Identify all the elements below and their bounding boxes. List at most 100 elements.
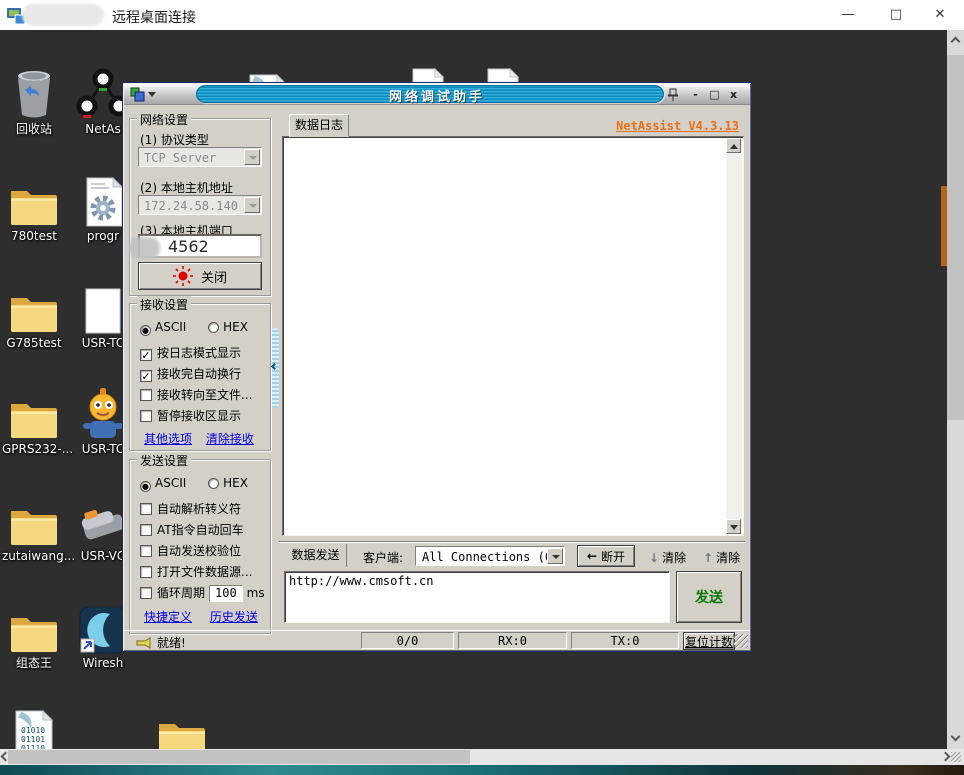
clear-label: 清除 (662, 551, 686, 565)
clear-receive-link[interactable]: 清除接收 (206, 432, 254, 446)
history-send-link[interactable]: 历史发送 (210, 610, 258, 624)
other-options-link[interactable]: 其他选项 (144, 432, 192, 446)
rdp-maximize-button[interactable]: □ (884, 4, 908, 26)
desktop-icon-gprs232[interactable]: GPRS232-... (2, 386, 66, 456)
connections-select[interactable]: All Connections (0) (415, 546, 565, 566)
horizontal-scrollbar-thumb[interactable] (8, 750, 470, 764)
checkbox-auto-checksum[interactable]: 自动发送校验位 (140, 542, 241, 559)
horizontal-scrollbar[interactable] (0, 749, 964, 765)
data-log-area[interactable] (282, 136, 744, 536)
app-title: 网络调试助手 (124, 86, 750, 105)
checkbox-auto-newline[interactable]: ✓接收完自动换行 (140, 365, 241, 382)
scroll-up-button[interactable] (726, 138, 741, 153)
send-ascii-radio[interactable]: ●ASCII (140, 476, 186, 490)
desktop-icon-hongdian-module[interactable]: 宏电通讯模块 数据中心软件 (146, 706, 218, 749)
checkbox-label: AT指令自动回车 (157, 523, 244, 537)
desktop-icon-zutaiwang[interactable]: zutaiwang... (2, 493, 66, 563)
send-button[interactable]: 发送 (676, 571, 742, 623)
app-close-button[interactable]: x (726, 87, 741, 102)
checkbox-mark (140, 524, 152, 536)
ready-status: 就绪! (136, 634, 186, 651)
chevron-down-icon[interactable] (951, 732, 961, 742)
checkbox-mark (140, 545, 152, 557)
combo-arrow-icon[interactable] (244, 197, 260, 213)
resize-grip[interactable] (734, 634, 748, 648)
chevron-right-icon[interactable] (941, 752, 951, 762)
desktop-icon-zutaiwang-folder[interactable]: 组态王 (2, 600, 66, 670)
chevron-up-icon[interactable] (951, 37, 961, 47)
checkbox-mark (140, 503, 152, 515)
pushpin-icon[interactable] (665, 87, 681, 106)
recv-encoding-radios: ●ASCII HEX (140, 320, 248, 336)
send-settings-group: 发送设置 ●ASCII HEX 自动解析转义符 AT指令自动回车 自动发送校验位… (129, 459, 271, 634)
recv-links: 其他选项 清除接收 (144, 430, 254, 447)
protocol-type-label: (1) 协议类型 (140, 131, 209, 148)
protocol-type-select[interactable]: TCP Server (138, 147, 262, 167)
radio-label: ASCII (155, 320, 186, 334)
rdp-titlebar: 远程桌面连接 — □ ✕ (0, 0, 964, 30)
desktop-icon-sfdfdsfdsfs[interactable]: 010100110101110 sfdfdsfdsfs (2, 706, 66, 749)
radio-label: HEX (223, 476, 248, 490)
version-link[interactable]: NetAssist V4.3.13 (616, 119, 739, 133)
folder-icon (2, 280, 66, 334)
left-arrow-icon: ← (587, 549, 597, 563)
group-title: 发送设置 (137, 452, 191, 469)
checkbox-label: 接收完自动换行 (157, 367, 241, 381)
shortcut-define-link[interactable]: 快捷定义 (144, 610, 192, 624)
vertical-scrollbar-thumb[interactable] (947, 55, 964, 420)
status-led-icon (173, 266, 193, 286)
checkbox-log-mode[interactable]: ✓按日志模式显示 (140, 344, 241, 361)
checkbox-pause-display[interactable]: 暂停接收区显示 (140, 407, 241, 424)
send-hex-radio[interactable]: HEX (208, 476, 248, 490)
disconnect-button[interactable]: ← 断开 (577, 545, 635, 567)
checkbox-file-source[interactable]: 打开文件数据源... (140, 563, 252, 580)
log-scrollbar[interactable] (726, 138, 742, 534)
app-maximize-button[interactable]: □ (707, 87, 722, 102)
tab-data-send[interactable]: 数据发送 (285, 544, 347, 567)
app-minimize-button[interactable]: - (688, 87, 703, 102)
recv-hex-radio[interactable]: HEX (208, 320, 248, 334)
checkbox-at-cr[interactable]: AT指令自动回车 (140, 521, 244, 538)
desktop-icon-recycle-bin[interactable]: 回收站 (2, 66, 66, 136)
checkbox-mark (140, 587, 152, 599)
radio-label: HEX (223, 320, 248, 334)
up-arrow-icon: ↑ (703, 551, 713, 565)
desktop-icon-g785test[interactable]: G785test (2, 280, 66, 350)
combo-arrow-icon[interactable] (547, 548, 563, 564)
client-label: 客户端: (363, 549, 403, 566)
host-address-select[interactable]: 172.24.58.140 (138, 195, 262, 215)
server-close-button[interactable]: 关闭 (138, 262, 262, 290)
rdp-minimize-button[interactable]: — (836, 4, 860, 26)
tab-data-log[interactable]: 数据日志 (289, 114, 349, 137)
reset-count-button[interactable]: 复位计数 (683, 632, 735, 650)
combo-arrow-icon[interactable] (244, 149, 260, 165)
divider (279, 541, 745, 543)
binary-capture-file-icon: 010100110101110 (2, 706, 66, 749)
desktop-icon-780test[interactable]: 780test (2, 173, 66, 243)
checkbox-label: 按日志模式显示 (157, 346, 241, 360)
packet-counter: 0/0 (361, 632, 454, 649)
netassist-titlebar[interactable]: 网络调试助手 - □ x (124, 84, 750, 105)
receive-settings-group: 接收设置 ●ASCII HEX ✓按日志模式显示 ✓接收完自动换行 接收转向至文… (129, 303, 271, 451)
folder-icon (2, 386, 66, 440)
panel-collapse-handle[interactable] (272, 328, 279, 408)
checkbox-mark (140, 566, 152, 578)
checkbox-label: 自动发送校验位 (157, 544, 241, 558)
vertical-scrollbar[interactable] (947, 30, 964, 749)
clear-receive-button[interactable]: ↓清除 (649, 549, 686, 566)
checkbox-parse-escape[interactable]: 自动解析转义符 (140, 500, 241, 517)
recv-ascii-radio[interactable]: ●ASCII (140, 320, 186, 334)
pointing-hand-icon (136, 637, 152, 649)
rdp-close-button[interactable]: ✕ (928, 4, 952, 26)
checkbox-label: 暂停接收区显示 (157, 409, 241, 423)
send-data-input[interactable]: http://www.cmsoft.cn (284, 571, 670, 623)
group-title: 接收设置 (137, 296, 191, 313)
chevron-left-icon (271, 363, 278, 370)
scroll-down-button[interactable] (726, 519, 741, 534)
censor-blob (128, 237, 160, 259)
checkbox-cycle-send[interactable]: 循环周期 ms (140, 584, 265, 602)
cycle-period-input[interactable] (209, 585, 243, 602)
checkbox-save-to-file[interactable]: 接收转向至文件... (140, 386, 252, 403)
radio-mark (208, 322, 219, 333)
clear-send-button[interactable]: ↑清除 (703, 549, 740, 566)
